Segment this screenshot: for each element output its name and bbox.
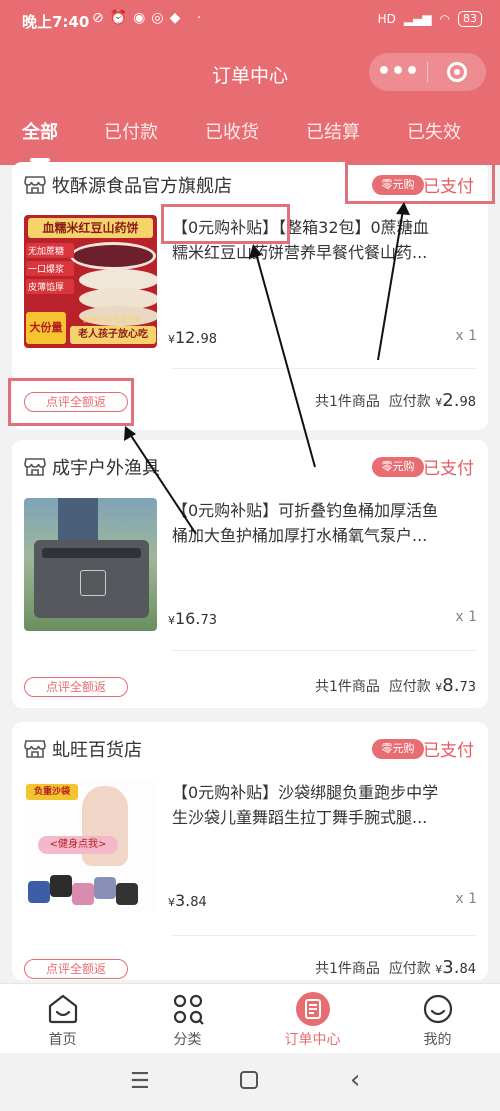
nav-category[interactable]: 分类 xyxy=(125,992,250,1049)
product-image[interactable] xyxy=(24,498,157,631)
payable-amount: ¥2.98 xyxy=(435,390,476,411)
payable-label: 应付款 xyxy=(388,961,431,977)
product-title-line1: 【0元购补贴】沙袋绑腿负重跑步中学 xyxy=(172,783,439,802)
review-refund-tag[interactable]: 点评全额返 xyxy=(24,677,128,697)
item-count: 共1件商品 xyxy=(314,679,380,695)
header-bar: 晚上7:40 ⊘⏰◉◎◆ · HD ▂▄▆ ◠ 83 订单中心 ••• 全部 已… xyxy=(0,0,500,165)
pastry-top xyxy=(70,242,156,270)
image-sandbags xyxy=(28,875,153,905)
product-price: ¥16.73 xyxy=(168,609,217,628)
review-refund-tag[interactable]: 点评全额返 xyxy=(24,959,128,979)
profile-smile-icon xyxy=(421,992,455,1026)
order-tabs: 全部 已付款 已收货 已结算 已失效 xyxy=(0,118,500,158)
status-right: HD ▂▄▆ ◠ 83 xyxy=(378,11,482,27)
currency-symbol: ¥ xyxy=(168,896,175,909)
order-summary: 共1件商品 应付款 ¥2.98 xyxy=(315,390,476,411)
zero-purchase-badge: 零元购 xyxy=(372,739,424,759)
image-big-label: 大份量 xyxy=(26,312,66,344)
back-icon[interactable]: ‹ xyxy=(350,1065,360,1095)
shop-icon xyxy=(24,176,46,194)
miniprogram-capsule: ••• xyxy=(369,53,486,91)
order-card[interactable]: 成宇户外渔具 零元购 已支付 【0元购补贴】可折叠钓鱼桶加厚活鱼 桶加大鱼护桶加… xyxy=(12,440,488,708)
product-price: ¥3.84 xyxy=(168,891,207,910)
payable-amount: ¥3.84 xyxy=(435,957,476,978)
notification-icons: ⊘⏰◉◎◆ · xyxy=(92,10,208,26)
product-image[interactable]: 血糯米红豆山药饼 无加蔗糖 一口爆浆 皮薄馅厚 大份量 新鲜日期 现做现发 老人… xyxy=(24,215,157,348)
product-price: ¥12.98 xyxy=(168,328,217,347)
order-list-icon xyxy=(295,992,330,1026)
currency-symbol: ¥ xyxy=(168,614,175,627)
category-grid-icon xyxy=(171,992,205,1026)
tab-invalid[interactable]: 已失效 xyxy=(384,118,484,144)
item-count: 共1件商品 xyxy=(314,961,380,977)
image-tags: 无加蔗糖 一口爆浆 皮薄馅厚 xyxy=(26,243,74,294)
menu-icon[interactable]: ☰ xyxy=(130,1069,150,1094)
shop-name[interactable]: 成宇户外渔具 xyxy=(52,454,160,480)
product-title-line2: 桶加大鱼护桶加厚打水桶氧气泵户... xyxy=(172,526,428,545)
shop-name[interactable]: 虬旺百货店 xyxy=(52,736,142,762)
product-quantity: x 1 xyxy=(455,891,477,907)
order-card[interactable]: 虬旺百货店 零元购 已支付 负重沙袋 <健身点我> 【0元购补贴】沙袋绑腿负重跑… xyxy=(12,722,488,980)
product-title-line1: 【0元购补贴】可折叠钓鱼桶加厚活鱼 xyxy=(172,501,439,520)
order-summary: 共1件商品 应付款 ¥8.73 xyxy=(315,675,476,696)
image-badge: 负重沙袋 xyxy=(26,784,78,800)
divider xyxy=(172,935,476,936)
image-footer-text: 老人孩子放心吃 xyxy=(70,326,156,344)
product-quantity: x 1 xyxy=(455,609,477,625)
image-bucket-rim xyxy=(42,548,141,558)
zero-purchase-badge: 零元购 xyxy=(372,457,424,477)
payable-label: 应付款 xyxy=(388,394,431,410)
order-status: 已支付 xyxy=(423,459,474,479)
tab-paid[interactable]: 已付款 xyxy=(81,118,181,144)
more-dots-icon[interactable]: ••• xyxy=(369,53,427,91)
annotation-box-review xyxy=(8,378,134,426)
tab-settled[interactable]: 已结算 xyxy=(283,118,383,144)
tab-received[interactable]: 已收货 xyxy=(182,118,282,144)
wifi-icon: ◠ xyxy=(439,12,450,26)
status-bar: 晚上7:40 ⊘⏰◉◎◆ · HD ▂▄▆ ◠ 83 xyxy=(0,0,500,40)
annotation-box-subsidy xyxy=(161,204,290,244)
product-quantity: x 1 xyxy=(455,328,477,344)
image-sub-text: 新鲜日期 现做现发 xyxy=(82,316,142,324)
payable-label: 应付款 xyxy=(388,679,431,695)
shop-name[interactable]: 牧酥源食品官方旗舰店 xyxy=(52,172,232,198)
image-caption: <健身点我> xyxy=(38,836,118,854)
system-nav-bar: ☰ ‹ xyxy=(0,1053,500,1111)
nav-profile-label: 我的 xyxy=(423,1032,452,1048)
annotation-box-status xyxy=(345,162,495,204)
currency-symbol: ¥ xyxy=(168,333,175,346)
divider xyxy=(172,368,476,369)
signal-icon: ▂▄▆ xyxy=(403,12,432,26)
product-title[interactable]: 【0元购补贴】沙袋绑腿负重跑步中学 生沙袋儿童舞蹈生拉丁舞手腕式腿... xyxy=(172,780,478,830)
bottom-nav: 首页 分类 订单中心 我的 xyxy=(0,983,500,1053)
target-icon[interactable] xyxy=(428,62,486,82)
order-summary: 共1件商品 应付款 ¥3.84 xyxy=(315,957,476,978)
status-time: 晚上7:40 xyxy=(22,13,90,31)
network-label: HD xyxy=(377,12,396,26)
shop-icon xyxy=(24,740,46,758)
image-bucket-logo xyxy=(80,570,106,596)
nav-orders-label: 订单中心 xyxy=(284,1032,341,1048)
product-title-line2: 生沙袋儿童舞蹈生拉丁舞手腕式腿... xyxy=(172,808,428,827)
home-square-icon[interactable] xyxy=(240,1071,258,1089)
divider xyxy=(172,650,476,651)
shop-icon xyxy=(24,458,46,476)
product-title[interactable]: 【0元购补贴】可折叠钓鱼桶加厚活鱼 桶加大鱼护桶加厚打水桶氧气泵户... xyxy=(172,498,478,548)
order-status: 已支付 xyxy=(423,741,474,761)
home-smile-icon xyxy=(46,992,80,1026)
tab-all[interactable]: 全部 xyxy=(0,118,90,144)
image-header-text: 血糯米红豆山药饼 xyxy=(28,218,153,238)
payable-amount: ¥8.73 xyxy=(435,675,476,696)
battery-icon: 83 xyxy=(458,11,482,27)
nav-home[interactable]: 首页 xyxy=(0,992,125,1049)
nav-home-label: 首页 xyxy=(48,1032,77,1048)
nav-category-label: 分类 xyxy=(173,1032,202,1048)
product-image[interactable]: 负重沙袋 <健身点我> xyxy=(24,780,157,913)
image-model xyxy=(82,786,128,866)
nav-orders[interactable]: 订单中心 xyxy=(250,992,375,1049)
nav-profile[interactable]: 我的 xyxy=(375,992,500,1049)
item-count: 共1件商品 xyxy=(314,394,380,410)
